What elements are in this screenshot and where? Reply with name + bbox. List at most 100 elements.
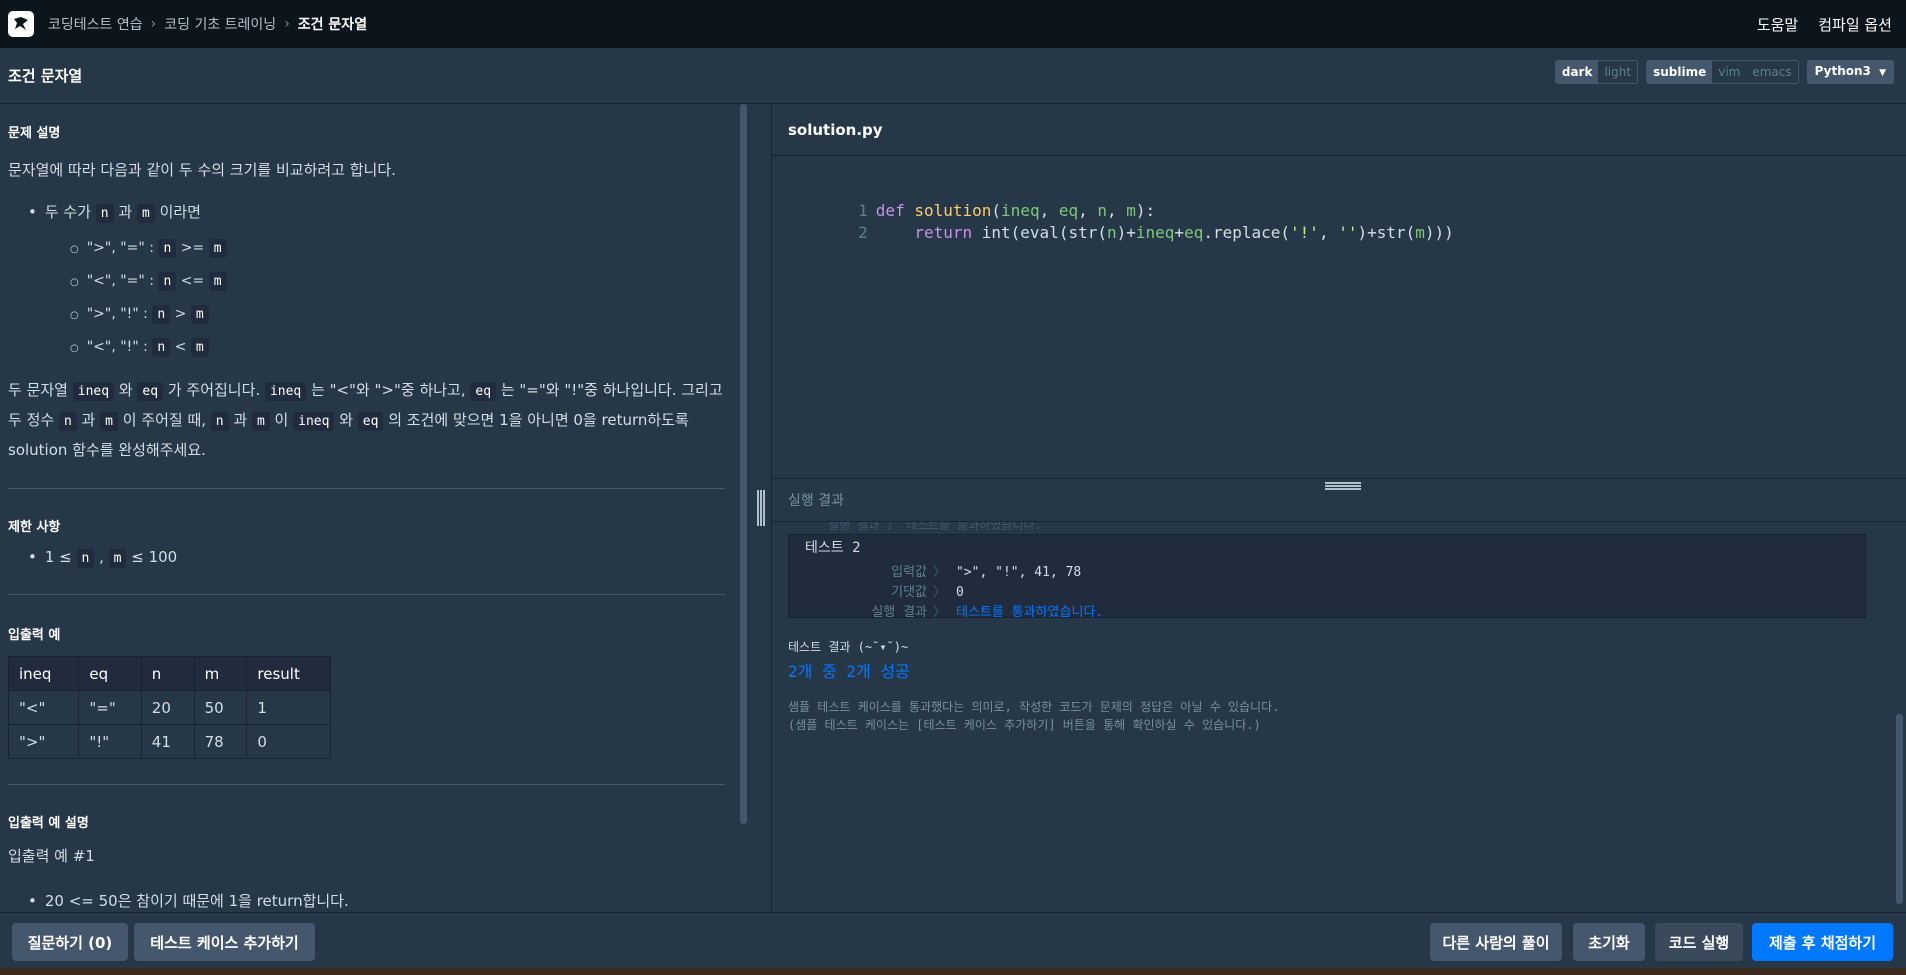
ask-question-button[interactable]: 질문하기 (0) bbox=[12, 923, 128, 961]
reset-button[interactable]: 초기화 bbox=[1573, 923, 1645, 961]
circle-bullet-icon: ○ bbox=[70, 343, 79, 354]
theme-light-button[interactable]: light bbox=[1598, 61, 1638, 83]
keymap-vim-button[interactable]: vim bbox=[1712, 61, 1747, 83]
case-label: "<", "=" : bbox=[86, 273, 159, 289]
code-ineq: ineq bbox=[264, 382, 307, 401]
circle-bullet-icon: ○ bbox=[70, 310, 79, 321]
string-token: '!' bbox=[1290, 223, 1319, 242]
variable-token: eq bbox=[1184, 223, 1204, 242]
keymap-toggle: sublime vim emacs bbox=[1646, 60, 1799, 84]
code-ineq: ineq bbox=[293, 412, 335, 431]
case-b: m bbox=[190, 305, 209, 324]
case-label: ">", "!" : bbox=[86, 306, 153, 322]
table-cell: 50 bbox=[193, 690, 248, 725]
table-cell: 41 bbox=[140, 724, 195, 759]
chevron-right-icon: › bbox=[284, 16, 290, 32]
para-text: 과 bbox=[228, 411, 252, 429]
case-b: m bbox=[208, 239, 227, 258]
results-heading: 실행 결과 bbox=[788, 493, 844, 509]
variable-token: n bbox=[1106, 223, 1117, 242]
language-select-value: Python3 bbox=[1814, 64, 1871, 78]
case-op: >= bbox=[176, 240, 209, 256]
table-header-cell: n bbox=[140, 656, 195, 691]
bullet-dot: • bbox=[28, 203, 37, 221]
test-result-row: 실행 결과 〉 테스트를 통과하였습니다. bbox=[789, 601, 1103, 620]
results-scrollbar[interactable] bbox=[1896, 714, 1903, 904]
vertical-splitter[interactable] bbox=[749, 104, 771, 912]
bullet-dot: • bbox=[28, 548, 37, 566]
line-number: 2 bbox=[858, 223, 868, 242]
problem-scrollbar[interactable] bbox=[740, 104, 747, 824]
code-token: int(eval(str( bbox=[972, 223, 1107, 242]
code-n: n bbox=[76, 549, 95, 568]
code-m: m bbox=[251, 412, 270, 431]
test-input-value: ">", "!", 41, 78 bbox=[956, 565, 1082, 580]
breadcrumb-basic-training[interactable]: 코딩 기초 트레이닝 bbox=[164, 14, 276, 34]
breadcrumb-current: 조건 문자열 bbox=[297, 17, 368, 33]
table-cell: 20 bbox=[140, 690, 195, 725]
table-cell: "=" bbox=[78, 690, 142, 725]
case-item: ○ "<", "!" : n < m bbox=[70, 338, 227, 372]
breadcrumb-coding-test[interactable]: 코딩테스트 연습 bbox=[48, 14, 143, 34]
para-text: 두 문자열 bbox=[8, 381, 73, 399]
results-output: 실행 결과 〉 테스트를 통과하였습니다. 테스트 2 입력값 〉 ">", "!"… bbox=[772, 522, 1906, 750]
table-row: ">" "!" 41 78 0 bbox=[7, 724, 331, 759]
case-label: ">", "=" : bbox=[86, 240, 159, 256]
results-note: 샘플 테스트 케이스를 통과했다는 의미로, 작성한 코드가 문제의 정답은 아… bbox=[788, 698, 1279, 734]
code-token: ))) bbox=[1424, 223, 1454, 242]
keymap-sublime-button[interactable]: sublime bbox=[1647, 61, 1713, 83]
keyword-token: return bbox=[914, 223, 973, 242]
bullet-dot: • bbox=[28, 892, 37, 910]
code-token: , bbox=[1318, 223, 1339, 242]
results-note-line: 샘플 테스트 케이스를 통과했다는 의미로, 작성한 코드가 문제의 정답은 아… bbox=[788, 700, 1280, 714]
example1-text: 20 <= 50은 참이기 때문에 1을 return합니다. bbox=[44, 892, 349, 910]
test-result-label: 실행 결과 bbox=[871, 605, 927, 620]
test-input-row: 입력값 〉 ">", "!", 41, 78 bbox=[789, 561, 1081, 580]
io-table: ineq eq n m result "<" "=" 20 50 1 ">" "… bbox=[7, 656, 331, 759]
code-n: n bbox=[210, 412, 229, 431]
theme-dark-button[interactable]: dark bbox=[1555, 61, 1599, 83]
language-select[interactable]: Python3 ▼ bbox=[1806, 60, 1894, 84]
section-divider bbox=[8, 784, 725, 785]
problem-panel: 문제 설명 문자열에 따라 다음과 같이 두 수의 크기를 비교하려고 합니다.… bbox=[0, 104, 749, 912]
test-case-title: 테스트 2 bbox=[805, 540, 861, 556]
programmers-logo-icon[interactable] bbox=[8, 11, 34, 37]
cases-list: ○ ">", "=" : n >= m ○ "<", "=" : n <= m ○ "… bbox=[70, 239, 227, 372]
help-link[interactable]: 도움말 bbox=[1757, 14, 1798, 35]
test-expected-value: 0 bbox=[956, 585, 964, 600]
indent-token bbox=[876, 223, 915, 242]
para-text: 과 bbox=[76, 411, 101, 429]
summary-label: 테스트 결과 (~˘▾˘)~ bbox=[788, 640, 909, 654]
limit-text: ≤ 100 bbox=[126, 548, 178, 566]
code-m: m bbox=[100, 412, 118, 431]
bullet-text-post: 이라면 bbox=[154, 203, 201, 221]
clipped-previous-result: 실행 결과 〉 테스트를 통과하였습니다. bbox=[828, 522, 1042, 532]
description-heading: 문제 설명 bbox=[8, 126, 61, 141]
others-solutions-button[interactable]: 다른 사람의 풀이 bbox=[1430, 923, 1562, 961]
comparison-bullet: • 두 수가 n 과 m 이라면 bbox=[28, 200, 201, 226]
submit-button[interactable]: 제출 후 채점하기 bbox=[1752, 923, 1893, 961]
test-expected-label: 기댓값 bbox=[891, 585, 927, 600]
case-op: < bbox=[170, 339, 191, 355]
code-token: + bbox=[1174, 223, 1185, 242]
code-eq: eq bbox=[357, 412, 384, 431]
test-result-value: 테스트를 통과하였습니다. bbox=[956, 605, 1104, 620]
breadcrumb: 코딩테스트 연습 › 코딩 기초 트레이닝 › 조건 문자열 bbox=[48, 14, 367, 34]
section-divider bbox=[8, 594, 725, 595]
chevron-right-icon: › bbox=[150, 16, 157, 32]
io-desc-heading: 입출력 예 설명 bbox=[8, 816, 89, 831]
limits-heading: 제한 사항 bbox=[8, 520, 61, 535]
code-token: )+ bbox=[1116, 223, 1136, 242]
run-code-button[interactable]: 코드 실행 bbox=[1655, 923, 1743, 961]
para-text: 와 bbox=[114, 381, 138, 399]
variable-token: ineq bbox=[1135, 223, 1175, 242]
splitter-handle-icon[interactable] bbox=[757, 490, 765, 526]
code-line: 2 return int(eval(str(n)+ineq+eq.replace… bbox=[772, 200, 1454, 242]
add-test-case-button[interactable]: 테스트 케이스 추가하기 bbox=[134, 923, 315, 961]
keymap-emacs-button[interactable]: emacs bbox=[1746, 61, 1798, 83]
bullet-text-mid: 과 bbox=[113, 203, 137, 221]
chevron-right-icon: 〉 bbox=[933, 605, 947, 620]
example1-title: 입출력 예 #1 bbox=[8, 847, 95, 865]
limits-item: • 1 ≤ n , m ≤ 100 bbox=[28, 548, 178, 568]
compile-options-link[interactable]: 컴파일 옵션 bbox=[1818, 14, 1892, 35]
